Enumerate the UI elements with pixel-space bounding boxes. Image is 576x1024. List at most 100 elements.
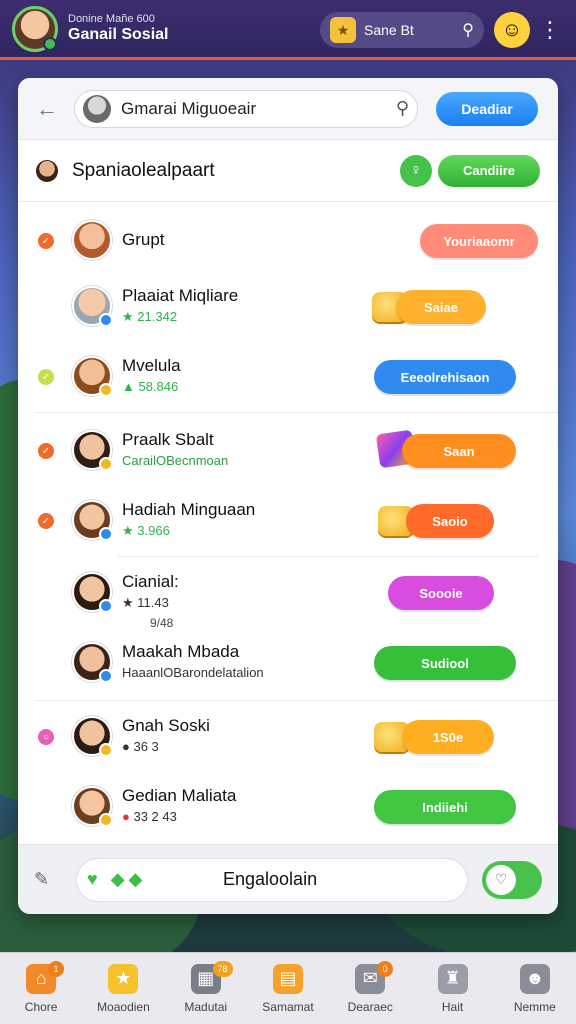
section-row: Spaniaolealpaart ♀ Candiire: [18, 140, 558, 202]
list-item-action-button[interactable]: Youriaaomr: [420, 224, 538, 258]
list-item-score: ★ 3.966: [122, 523, 170, 538]
microphone-icon[interactable]: ✎: [34, 869, 60, 890]
top-search-bar[interactable]: ★ Sane Bt ⚲: [320, 12, 484, 48]
list-item[interactable]: ○ Gnah Soski ● 36 3 1S0e: [18, 702, 558, 772]
list-item[interactable]: ✓ Grupt Youriaaomr: [18, 206, 558, 276]
online-status-icon: [43, 36, 57, 51]
list-item-status: CarailOBecnmoan: [122, 453, 229, 468]
message-input[interactable]: ♥ ◆◆ Engaloolain: [76, 857, 468, 902]
list-item-name: Grupt: [122, 230, 165, 249]
verified-badge-icon: [99, 599, 113, 613]
avatar: [72, 786, 113, 827]
verified-badge-icon: [99, 457, 113, 471]
app-title-block: Donine Mañe 600 Ganail Sosial: [68, 13, 168, 44]
hat-icon: ♜: [437, 963, 468, 994]
nav-badge: 0: [377, 961, 394, 977]
section-title: Spaniaolealpaart: [72, 159, 215, 181]
nav-item-shop[interactable]: ▤ Samamat: [247, 953, 329, 1024]
header-action-button[interactable]: Deadiar: [436, 91, 538, 126]
check-icon[interactable]: ✓: [38, 233, 54, 249]
check-icon[interactable]: ✓: [38, 369, 54, 385]
list-item-action-button[interactable]: Saoio: [406, 504, 494, 538]
nav-item-hat[interactable]: ♜ Hait: [411, 953, 493, 1024]
nav-label: Hait: [441, 999, 464, 1014]
invite-icon[interactable]: ♀: [400, 154, 432, 187]
list-item-action-button[interactable]: Soooie: [388, 576, 494, 610]
list-item-action-button[interactable]: 1S0e: [402, 720, 494, 754]
list-item-score: ★ 11.43: [122, 595, 169, 610]
nav-label: Moaodien: [97, 999, 150, 1014]
profile-avatar[interactable]: [12, 5, 58, 52]
card-footer: ✎ ♥ ◆◆ Engaloolain ♡: [18, 844, 558, 914]
divider: [36, 700, 558, 701]
avatar: [72, 716, 113, 757]
list-item-action-button[interactable]: Indiiehi: [374, 790, 516, 824]
section-action-button[interactable]: Candiire: [438, 154, 540, 187]
list-item[interactable]: Cianial: ★ 11.43 9/48 Soooie: [18, 558, 558, 630]
nav-item-inbox[interactable]: ✉ 0 Dearaec: [329, 953, 411, 1024]
avatar: [72, 220, 112, 260]
app-title: Ganail Sosial: [68, 25, 169, 43]
heart-icon: ♡: [486, 864, 516, 895]
nav-item-profile[interactable]: ☻ Nemme: [494, 953, 576, 1024]
list-item-name: Gedian Maliata: [122, 786, 237, 805]
card-header: ← Gmarai Miguoeair ⚲ Deadiar: [18, 78, 558, 140]
list-item-action-button[interactable]: Eeeolrehisaon: [374, 360, 516, 394]
list-item-action-button[interactable]: Saiae: [396, 290, 486, 324]
trophy-icon: ★: [330, 17, 356, 43]
avatar: [72, 572, 113, 613]
list-item-name: Praalk Sbalt: [122, 430, 214, 449]
divider: [36, 412, 558, 413]
list-item-action-button[interactable]: Sudiool: [374, 646, 516, 680]
list-item-status: HaaanlOBarondelatalion: [122, 665, 264, 680]
verified-badge-icon: [99, 313, 113, 327]
star-icon: ★: [108, 963, 139, 994]
list-item[interactable]: Gedian Maliata ● 33 2 43 Indiiehi: [18, 772, 558, 842]
check-icon[interactable]: ○: [38, 729, 54, 745]
search-avatar: [83, 94, 111, 123]
message-input-value: Engaloolain: [223, 869, 318, 889]
nav-label: Chore: [24, 999, 58, 1014]
top-search-text: Sane Bt: [364, 22, 414, 38]
list-item-name: Plaaiat Miqliare: [122, 286, 239, 305]
list-item[interactable]: ✓ Hadiah Minguaan ★ 3.966 Saoio: [18, 486, 558, 556]
list-item-action-button[interactable]: Saan: [402, 434, 516, 468]
list-item-score-value: 58.846: [138, 379, 179, 394]
avatar: [72, 500, 113, 541]
nav-label: Nemme: [513, 999, 556, 1014]
more-options-icon[interactable]: ⋮: [539, 12, 561, 48]
search-icon[interactable]: ⚲: [462, 20, 474, 40]
list-item-score: ▲ 58.846: [122, 379, 179, 394]
list-item[interactable]: ✓ Mvelula ▲ 58.846 Eeeolrehisaon: [18, 342, 558, 412]
avatar: [72, 286, 113, 327]
list-item[interactable]: ✓ Praalk Sbalt CarailOBecnmoan Saan: [18, 416, 558, 486]
avatar: [72, 430, 113, 471]
verified-badge-icon: [99, 813, 113, 827]
list-item-name: Maakah Mbada: [122, 642, 240, 661]
list-item-name: Hadiah Minguaan: [122, 500, 256, 519]
app-subtitle: Donine Mañe 600: [68, 12, 155, 25]
social-card: ← Gmarai Miguoeair ⚲ Deadiar Spaniaoleal…: [18, 78, 558, 914]
shop-icon: ▤: [272, 963, 303, 994]
top-bar: Donine Mañe 600 Ganail Sosial ★ Sane Bt …: [0, 0, 576, 60]
nav-item-favorites[interactable]: ★ Moaodien: [82, 953, 164, 1024]
nav-item-home[interactable]: ⌂ 1 Chore: [0, 953, 82, 1024]
list-item-name: Cianial:: [122, 572, 179, 591]
back-arrow-icon[interactable]: ←: [36, 96, 60, 122]
search-icon[interactable]: ⚲: [396, 98, 409, 119]
verified-badge-icon: [99, 527, 113, 541]
user-search-input[interactable]: Gmarai Miguoeair ⚲: [74, 89, 418, 128]
list-item-score-value: 11.43: [137, 595, 169, 610]
check-icon[interactable]: ✓: [38, 443, 54, 459]
smiley-face-icon[interactable]: ☺: [494, 12, 530, 48]
list-item[interactable]: Maakah Mbada HaaanlOBarondelatalion Sudi…: [18, 628, 558, 698]
check-icon[interactable]: ✓: [38, 513, 54, 529]
send-toggle[interactable]: ♡: [482, 860, 542, 899]
reaction-icons[interactable]: ♥ ◆◆: [87, 869, 177, 890]
nav-badge: 1: [48, 961, 64, 977]
list-item[interactable]: Plaaiat Miqliare ★ 21.342 Saiae: [18, 272, 558, 342]
bottom-nav: ⌂ 1 Chore ★ Moaodien ▦ 78 Madutai ▤ Sama…: [0, 952, 576, 1024]
nav-item-calendar[interactable]: ▦ 78 Madutai: [165, 953, 247, 1024]
divider: [118, 556, 538, 557]
nav-label: Dearaec: [347, 999, 393, 1014]
